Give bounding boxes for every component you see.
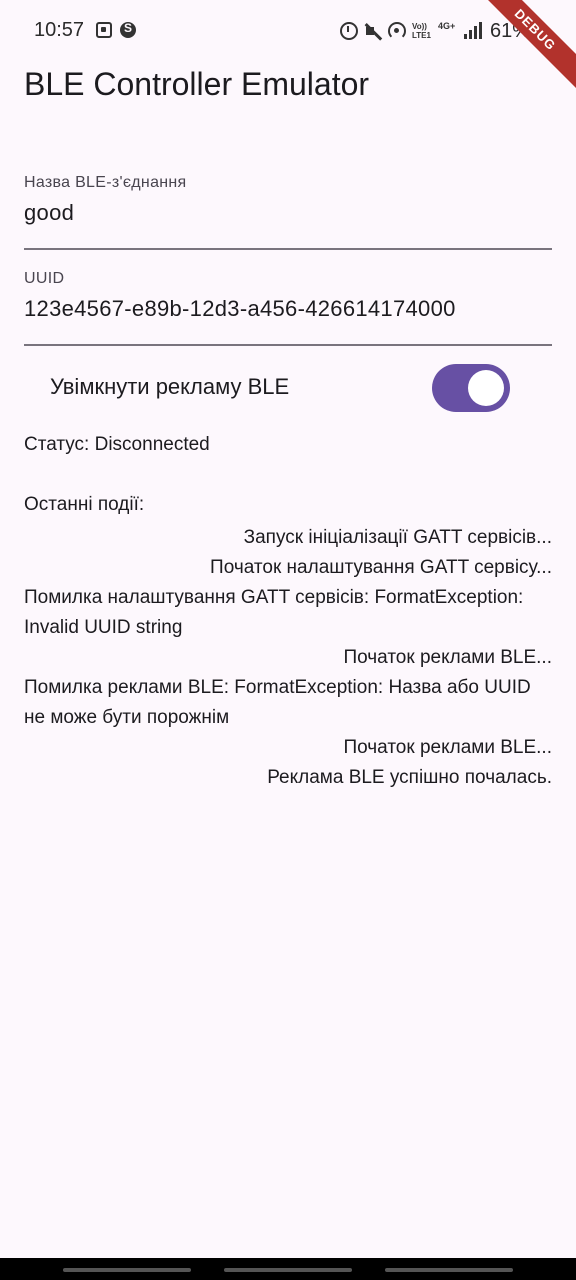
advertising-switch[interactable] xyxy=(432,364,510,412)
mute-icon xyxy=(364,22,382,40)
page-title: BLE Controller Emulator xyxy=(24,66,370,102)
connection-name-underline xyxy=(24,248,552,250)
sim-icon xyxy=(96,22,112,38)
4g-icon: 4G+ xyxy=(438,21,456,31)
log-entry: Реклама BLE успішно почалась. xyxy=(267,767,552,788)
log-entry: Помилка реклами BLE: FormatException: На… xyxy=(24,677,531,728)
connection-name-field[interactable]: Назва BLE-з'єднання good xyxy=(24,174,552,250)
alarm-icon xyxy=(340,22,358,40)
navigation-bar xyxy=(0,1258,576,1280)
switch-thumb[interactable] xyxy=(468,370,504,406)
connection-name-input[interactable]: good xyxy=(24,200,552,226)
log-entry: Початок реклами BLE... xyxy=(343,737,552,758)
nav-home-handle[interactable] xyxy=(224,1268,352,1272)
status-bar: 10:57 Vo)) LTE1 4G+ 61% xyxy=(0,0,576,62)
events-title: Останні події: xyxy=(24,494,145,515)
status-icons: Vo)) LTE1 4G+ 61% xyxy=(340,18,530,44)
uuid-label: UUID xyxy=(24,270,65,287)
app-screen: 10:57 Vo)) LTE1 4G+ 61% DEBUG BLE Contro… xyxy=(0,0,576,1280)
connection-status: Статус: Disconnected xyxy=(24,434,210,455)
nav-back-handle[interactable] xyxy=(385,1268,513,1272)
log-entry: Помилка налаштування GATT сервісів: Form… xyxy=(24,587,524,638)
shazam-icon xyxy=(120,21,136,38)
volte-icon: Vo)) LTE1 xyxy=(412,22,431,40)
uuid-field[interactable]: UUID 123e4567-e89b-12d3-a456-42661417400… xyxy=(24,270,552,346)
status-time: 10:57 xyxy=(34,19,85,41)
uuid-input[interactable]: 123e4567-e89b-12d3-a456-426614174000 xyxy=(24,296,552,322)
log-entry: Початок налаштування GATT сервісу... xyxy=(210,557,552,578)
signal-icon xyxy=(464,22,482,40)
log-entry: Початок реклами BLE... xyxy=(343,647,552,668)
nav-recents-handle[interactable] xyxy=(63,1268,191,1272)
advertising-switch-label[interactable]: Увімкнути рекламу BLE xyxy=(50,374,289,400)
log-entry: Запуск ініціалізації GATT сервісів... xyxy=(243,527,552,548)
uuid-underline xyxy=(24,344,552,346)
hotspot-icon xyxy=(388,22,406,40)
events-log: Запуск ініціалізації GATT сервісів... По… xyxy=(24,523,552,793)
connection-name-label: Назва BLE-з'єднання xyxy=(24,174,187,191)
